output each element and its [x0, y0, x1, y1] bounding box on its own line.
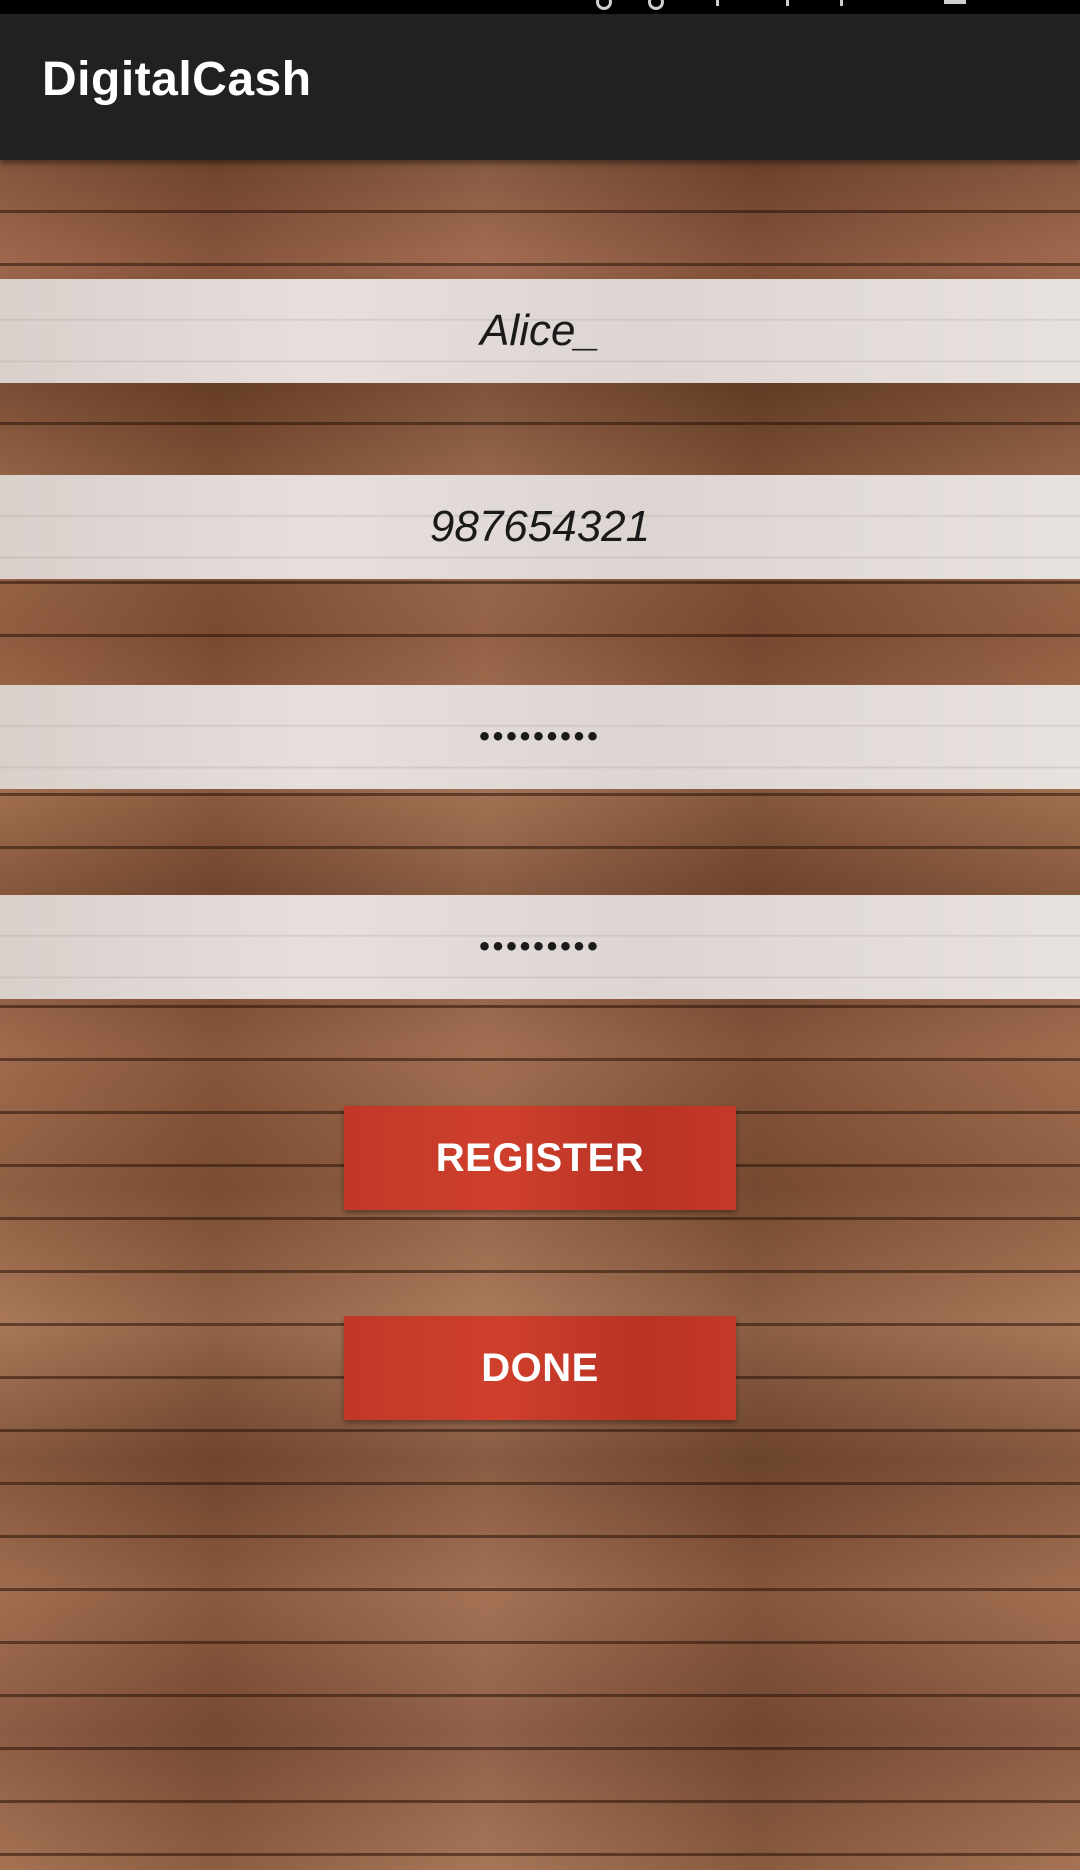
status-bar — [0, 0, 1080, 14]
register-button[interactable]: REGISTER — [344, 1106, 736, 1210]
phone-field[interactable] — [0, 475, 1080, 579]
username-field[interactable] — [0, 279, 1080, 383]
status-icon — [596, 0, 612, 10]
done-button[interactable]: DONE — [344, 1316, 736, 1420]
wood-background — [0, 160, 1080, 1870]
battery-icon — [944, 0, 966, 4]
password-field[interactable] — [0, 685, 1080, 789]
app-bar: DigitalCash — [0, 14, 1080, 160]
status-icon — [786, 0, 789, 6]
status-icon — [840, 0, 843, 6]
status-icon — [716, 0, 719, 6]
app-title: DigitalCash — [42, 53, 312, 106]
confirm-password-field[interactable] — [0, 895, 1080, 999]
status-icon — [648, 0, 664, 10]
